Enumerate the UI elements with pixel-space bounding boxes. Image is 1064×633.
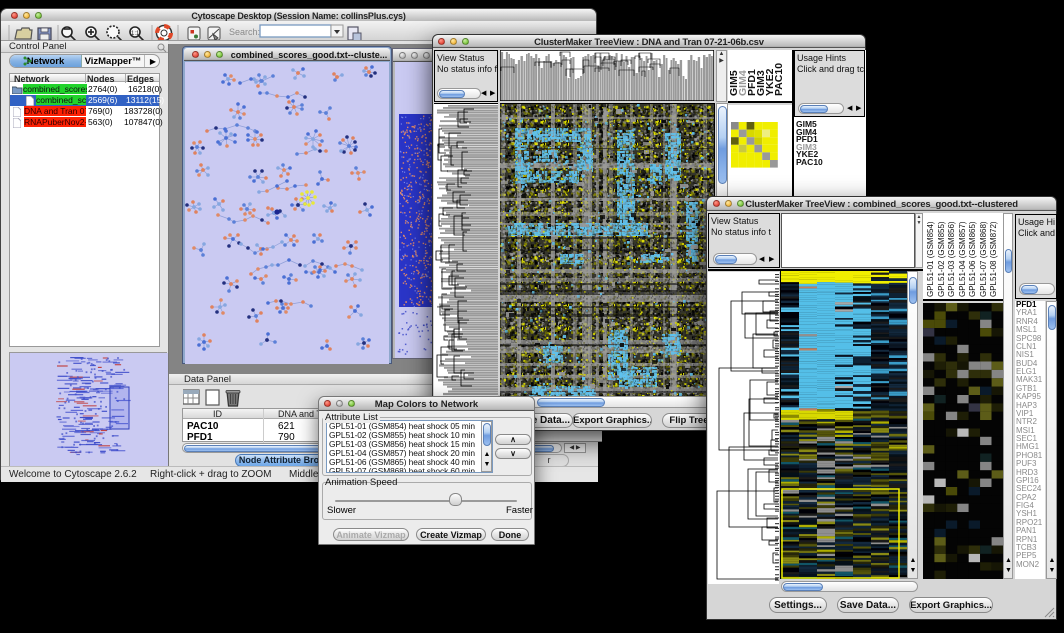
svg-text:1:1: 1:1 xyxy=(131,31,140,37)
svg-text:Search:: Search: xyxy=(229,27,260,37)
